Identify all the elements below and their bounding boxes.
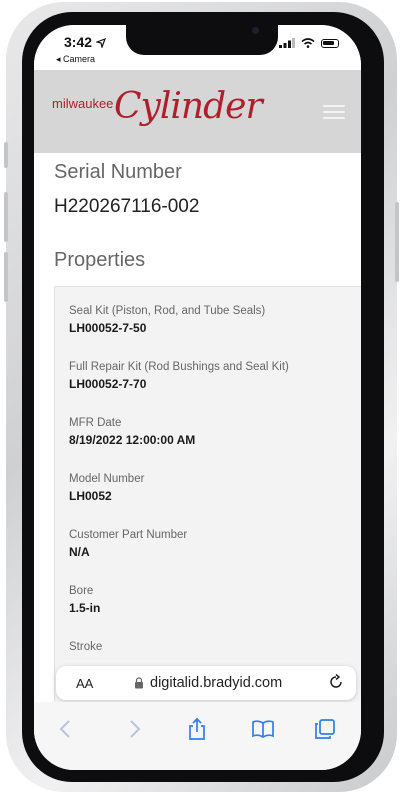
property-label: Stroke — [69, 641, 103, 653]
volume-up-button — [4, 192, 8, 242]
milwaukee-cylinder-logo[interactable]: milwaukee Cylinder — [52, 86, 282, 136]
bookmarks-icon[interactable] — [248, 714, 278, 744]
back-icon[interactable] — [50, 714, 80, 744]
mute-switch — [4, 142, 8, 168]
wifi-icon — [301, 38, 315, 48]
tabs-icon[interactable] — [310, 714, 340, 744]
property-label: Bore — [69, 585, 94, 597]
property-item: Seal Kit (Piston, Rod, and Tube Seals) L… — [69, 305, 265, 335]
property-label: Full Repair Kit (Rod Bushings and Seal K… — [69, 361, 289, 373]
property-label: Customer Part Number — [69, 529, 188, 541]
logo-name: Cylinder — [114, 86, 263, 127]
power-button — [395, 202, 399, 282]
forward-icon[interactable] — [120, 714, 150, 744]
lock-icon — [135, 677, 143, 689]
back-to-camera-link[interactable]: ◂ Camera — [56, 54, 95, 65]
text-size-button[interactable]: AA — [76, 676, 93, 691]
properties-heading: Properties — [54, 249, 146, 271]
volume-down-button — [4, 252, 8, 302]
property-item: Model Number LH0052 — [69, 473, 144, 503]
battery-icon — [321, 38, 339, 48]
property-label: Seal Kit (Piston, Rod, and Tube Seals) — [69, 305, 266, 317]
front-camera — [252, 27, 259, 34]
property-item: MFR Date 8/19/2022 12:00:00 AM — [69, 417, 195, 447]
logo-prefix: milwaukee — [52, 96, 114, 111]
signal-icon — [279, 38, 295, 48]
status-icons — [279, 38, 339, 48]
property-value: LH00052-7-50 — [69, 321, 147, 335]
serial-number-label: Serial Number — [54, 161, 182, 183]
address-bar-area: AA digitalid.bradyid.com — [34, 660, 361, 702]
phone-screen: 3:42 ◂ Camera milwaukee Cylinder Serial … — [34, 25, 361, 770]
property-value: 1.5-in — [69, 601, 101, 615]
property-item: Stroke — [69, 641, 102, 657]
url-text[interactable]: digitalid.bradyid.com — [150, 675, 282, 691]
share-icon[interactable] — [182, 714, 212, 744]
site-header: milwaukee Cylinder — [34, 70, 361, 153]
address-bar[interactable]: AA digitalid.bradyid.com — [56, 666, 356, 700]
property-item: Full Repair Kit (Rod Bushings and Seal K… — [69, 361, 289, 391]
camera-notch — [126, 25, 278, 55]
property-label: MFR Date — [69, 417, 122, 429]
status-bar: 3:42 ◂ Camera — [34, 25, 361, 70]
serial-number-value: H220267116-002 — [54, 196, 200, 217]
location-arrow-icon — [94, 38, 106, 50]
property-value: LH0052 — [69, 489, 112, 503]
property-label: Model Number — [69, 473, 145, 485]
property-value: N/A — [69, 545, 90, 559]
menu-icon[interactable] — [323, 105, 347, 121]
property-item: Bore 1.5-in — [69, 585, 100, 615]
status-time: 3:42 — [64, 34, 106, 50]
safari-toolbar — [34, 702, 361, 770]
property-item: Customer Part Number N/A — [69, 529, 187, 559]
reload-icon[interactable] — [328, 674, 344, 690]
property-value: LH00052-7-70 — [69, 377, 147, 391]
properties-card: Seal Kit (Piston, Rod, and Tube Seals) L… — [54, 286, 361, 706]
property-value: 8/19/2022 12:00:00 AM — [69, 433, 196, 447]
